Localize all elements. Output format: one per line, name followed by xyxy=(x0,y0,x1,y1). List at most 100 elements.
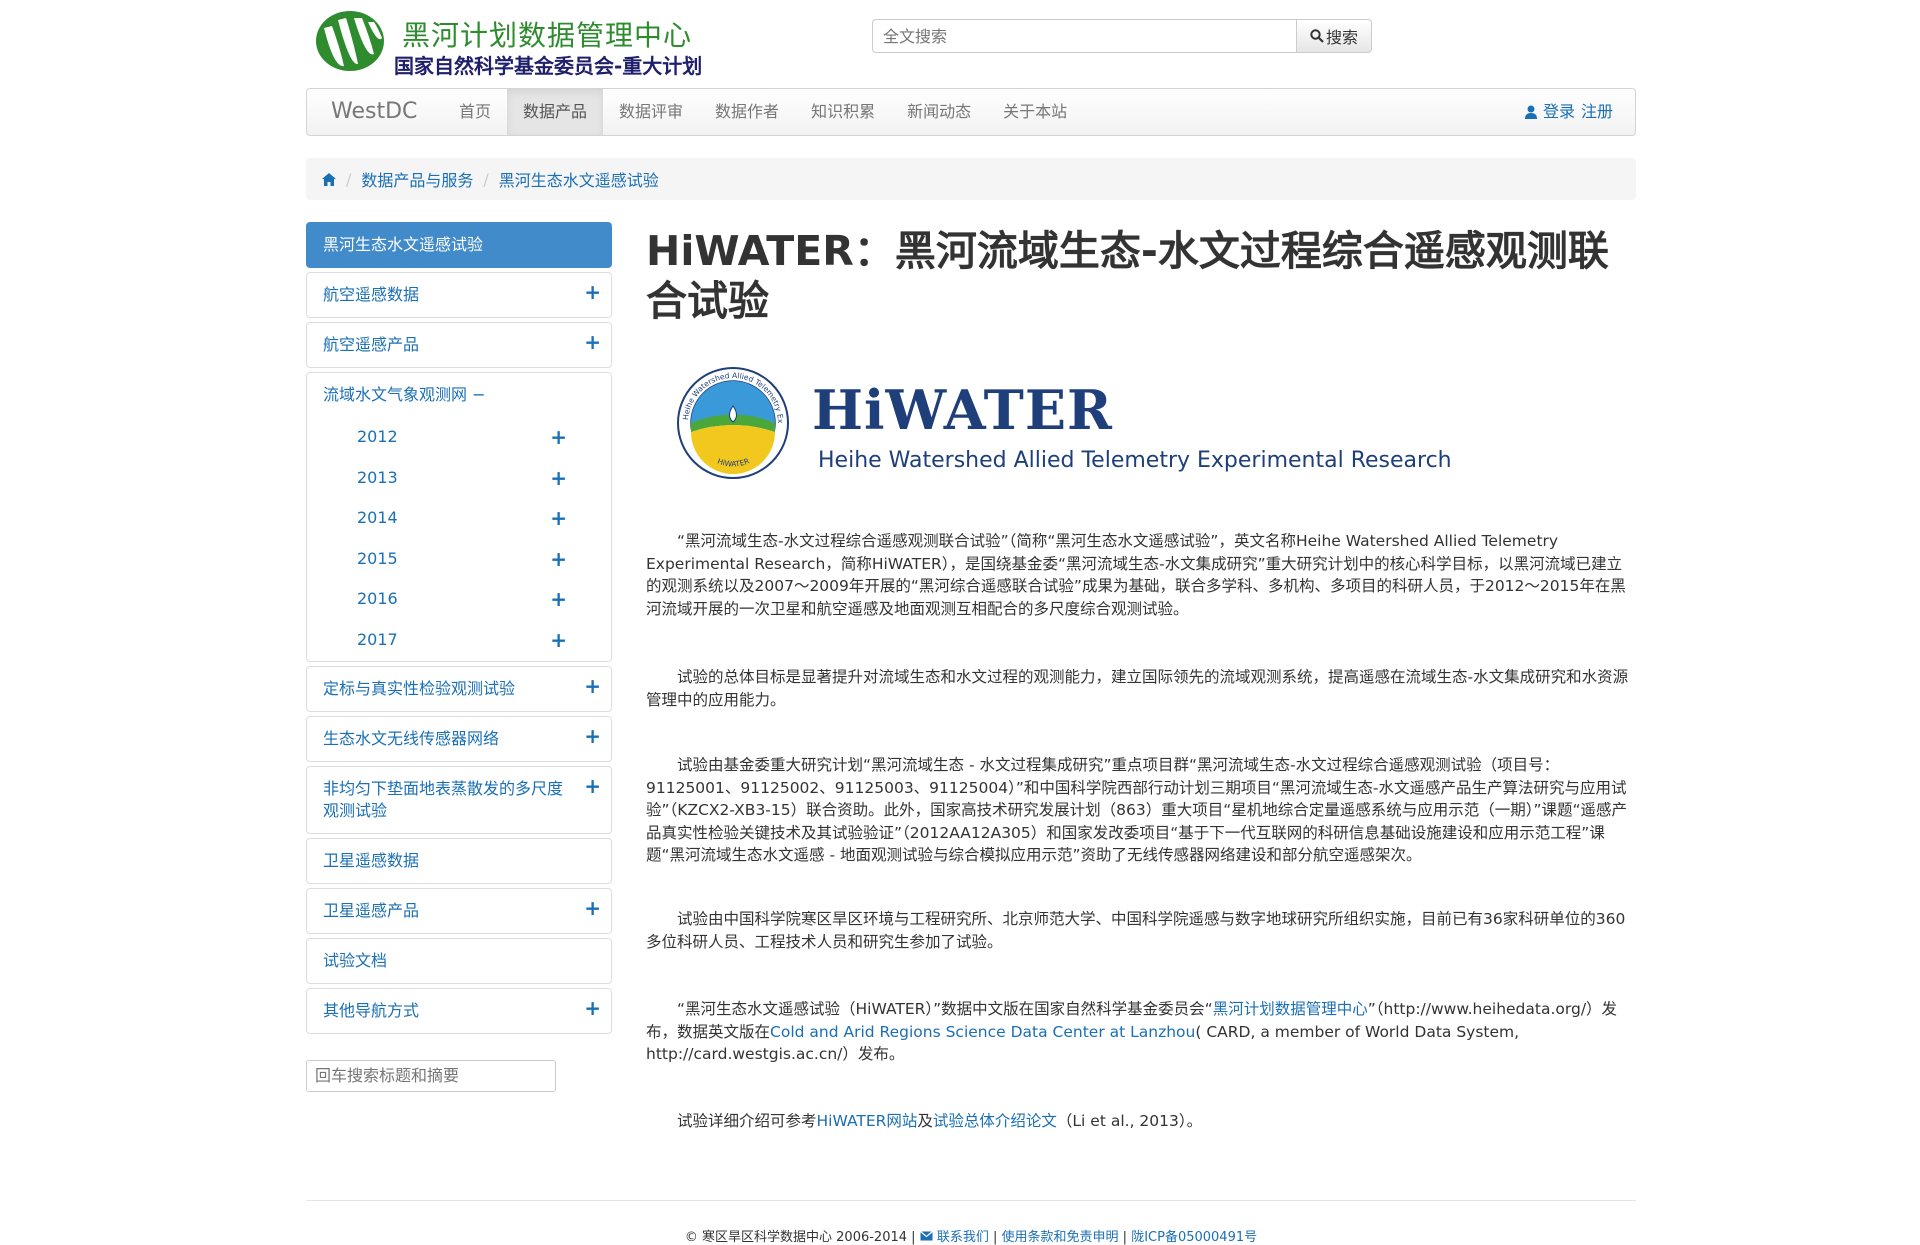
site-logo[interactable]: 黑河计划数据管理中心 国家自然科学基金委员会-重大计划 xyxy=(306,6,726,78)
expand-plus-icon[interactable]: + xyxy=(584,897,601,919)
sidebar-item-airborne-data[interactable]: 航空遥感数据 + xyxy=(306,272,612,318)
hiwater-logo-title: HiWATER xyxy=(812,378,1113,442)
nav-item-data-products[interactable]: 数据产品 xyxy=(507,89,604,135)
footer-copyright: © 寒区旱区科学数据中心 2006-2014 | xyxy=(684,1230,916,1245)
sidebar-item-label: 卫星遥感数据 xyxy=(323,850,420,870)
collapse-minus-icon[interactable]: − xyxy=(472,385,485,404)
hiwater-website-link[interactable]: HiWATER网站 xyxy=(817,1112,918,1130)
auth-links: 登录 注册 xyxy=(1524,89,1613,135)
expand-plus-icon[interactable]: + xyxy=(584,775,601,797)
nav-item-knowledge[interactable]: 知识积累 xyxy=(795,89,891,135)
heihe-data-center-link[interactable]: 黑河计划数据管理中心 xyxy=(1213,1000,1368,1018)
nav-item-news[interactable]: 新闻动态 xyxy=(891,89,987,135)
logo-mark-icon xyxy=(316,11,384,71)
sidebar-item-documents[interactable]: 试验文档 xyxy=(306,937,612,984)
nav-item-home[interactable]: 首页 xyxy=(443,89,507,135)
nav-menu: 首页 数据产品 数据评审 数据作者 知识积累 新闻动态 关于本站 xyxy=(443,89,1083,135)
reference-paragraph: 试验详细介绍可参考HiWATER网站及试验总体介绍论文（Li et al., 2… xyxy=(646,1110,1636,1133)
footer-separator: | xyxy=(992,1230,998,1245)
intro-paragraph: “黑河流域生态-水文过程综合遥感观测联合试验”（简称“黑河生态水文遥感试验”，英… xyxy=(646,532,1626,618)
sidebar-item-other-nav[interactable]: 其他导航方式 + xyxy=(306,987,612,1034)
sidebar-item-satellite-data[interactable]: 卫星遥感数据 xyxy=(306,837,612,884)
user-icon xyxy=(1524,105,1537,119)
expand-plus-icon[interactable]: + xyxy=(550,579,567,619)
page-title: HiWATER：黑河流域生态-水文过程综合遥感观测联合试验 xyxy=(646,227,1609,325)
sidebar-item-calibration[interactable]: 定标与真实性检验观测试验 + xyxy=(306,665,612,712)
sidebar-item-label: 其他导航方式 xyxy=(323,1000,420,1020)
card-link[interactable]: Cold and Arid Regions Science Data Cente… xyxy=(770,1023,1195,1041)
expand-plus-icon[interactable]: + xyxy=(584,725,601,747)
sidebar-subitem-2016[interactable]: 2016 + xyxy=(307,579,611,620)
expand-plus-icon[interactable]: + xyxy=(550,458,567,498)
navbar-brand[interactable]: WestDC xyxy=(331,89,417,135)
subitem-label: 2017 xyxy=(357,629,398,649)
footer-separator: | xyxy=(1122,1230,1128,1245)
sidebar-subitem-2015[interactable]: 2015 + xyxy=(307,539,611,580)
subitem-label: 2014 xyxy=(357,508,398,528)
breadcrumb: / 数据产品与服务 / 黑河生态水文遥感试验 xyxy=(306,158,1636,200)
text-span: （Li et al., 2013）。 xyxy=(1056,1112,1203,1130)
breadcrumb-separator: / xyxy=(346,169,352,189)
text-span: 试验详细介绍可参考 xyxy=(677,1112,817,1130)
funding-paragraph: 试验由基金委重大研究计划“黑河流域生态 - 水文过程集成研究”重点项目群“黑河流… xyxy=(646,756,1628,864)
subitem-label: 2016 xyxy=(357,589,398,609)
subitem-label: 2012 xyxy=(357,427,398,446)
text-span: 及 xyxy=(917,1112,933,1130)
sidebar-item-label: 卫星遥感产品 xyxy=(323,900,420,920)
terms-link[interactable]: 使用条款和免责申明 xyxy=(1002,1230,1119,1245)
sidebar: 黑河生态水文遥感试验 航空遥感数据 + 航空遥感产品 + 流域水文气象观测网 −… xyxy=(306,222,612,1092)
expand-plus-icon[interactable]: + xyxy=(584,331,601,353)
sidebar-subitem-2013[interactable]: 2013 + xyxy=(307,458,611,499)
register-link[interactable]: 注册 xyxy=(1581,89,1613,135)
sidebar-subitem-2017[interactable]: 2017 + xyxy=(307,620,611,661)
sidebar-item-label: 非均匀下垫面地表蒸散发的多尺度观测试验 xyxy=(323,778,564,820)
search-button-label: 搜索 xyxy=(1325,28,1358,47)
search-icon xyxy=(1310,29,1324,43)
breadcrumb-hiwater[interactable]: 黑河生态水文遥感试验 xyxy=(499,167,659,191)
hiwater-emblem-icon: Heihe Watershed Allied Telemetry Experim… xyxy=(676,366,789,479)
nav-item-data-review[interactable]: 数据评审 xyxy=(603,89,699,135)
sidebar-item-label: 航空遥感数据 xyxy=(323,285,420,304)
expand-plus-icon[interactable]: + xyxy=(550,539,567,579)
expand-plus-icon[interactable]: + xyxy=(584,281,601,303)
sidebar-group-header[interactable]: 流域水文气象观测网 − xyxy=(307,373,611,417)
envelope-icon xyxy=(919,1231,933,1241)
main-content: HiWATER：黑河流域生态-水文过程综合遥感观测联合试验 Heihe Wate… xyxy=(646,226,1636,1130)
breadcrumb-separator: / xyxy=(483,169,489,189)
expand-plus-icon[interactable]: + xyxy=(550,417,567,457)
sidebar-item-label: 生态水文无线传感器网络 xyxy=(323,728,500,748)
organization-paragraph: 试验由中国科学院寒区旱区环境与工程研究所、北京师范大学、中国科学院遥感与数字地球… xyxy=(646,910,1626,951)
icp-link[interactable]: 陇ICP备05000491号 xyxy=(1131,1230,1257,1245)
text-span: “黑河生态水文遥感试验（HiWATER）”数据中文版在国家自然科学基金委员会“ xyxy=(677,1000,1213,1018)
sidebar-item-label: 航空遥感产品 xyxy=(323,335,420,354)
sidebar-item-hiwater[interactable]: 黑河生态水文遥感试验 xyxy=(306,222,612,268)
expand-plus-icon[interactable]: + xyxy=(584,997,601,1019)
footer-divider xyxy=(306,1200,1636,1201)
sidebar-search-input[interactable] xyxy=(306,1059,556,1092)
home-icon[interactable] xyxy=(322,172,336,186)
nav-item-about[interactable]: 关于本站 xyxy=(987,89,1083,135)
site-header: 黑河计划数据管理中心 国家自然科学基金委员会-重大计划 搜索 xyxy=(306,0,1636,86)
hiwater-logo-subtitle: Heihe Watershed Allied Telemetry Experim… xyxy=(818,448,1452,473)
subitem-label: 2015 xyxy=(357,548,398,568)
nav-item-data-authors[interactable]: 数据作者 xyxy=(699,89,795,135)
sidebar-subitem-2014[interactable]: 2014 + xyxy=(307,498,611,539)
overview-paper-link[interactable]: 试验总体介绍论文 xyxy=(933,1112,1057,1130)
sidebar-item-label: 试验文档 xyxy=(323,950,388,970)
sidebar-item-wsn[interactable]: 生态水文无线传感器网络 + xyxy=(306,715,612,762)
expand-plus-icon[interactable]: + xyxy=(550,620,567,660)
sidebar-item-label: 定标与真实性检验观测试验 xyxy=(323,678,516,698)
sidebar-item-airborne-products[interactable]: 航空遥感产品 + xyxy=(306,322,612,368)
search-button[interactable]: 搜索 xyxy=(1296,19,1372,53)
login-link[interactable]: 登录 xyxy=(1543,89,1575,135)
search-input[interactable] xyxy=(872,19,1296,53)
expand-plus-icon[interactable]: + xyxy=(550,498,567,538)
sidebar-item-evapotranspiration[interactable]: 非均匀下垫面地表蒸散发的多尺度观测试验 + xyxy=(306,765,612,834)
main-navbar: WestDC 首页 数据产品 数据评审 数据作者 知识积累 新闻动态 关于本站 … xyxy=(306,88,1636,136)
sidebar-subitem-2012[interactable]: 2012 + xyxy=(307,417,611,458)
breadcrumb-data-products[interactable]: 数据产品与服务 xyxy=(361,167,473,191)
contact-link[interactable]: 联系我们 xyxy=(937,1230,989,1245)
sidebar-item-satellite-products[interactable]: 卫星遥感产品 + xyxy=(306,887,612,934)
site-footer: © 寒区旱区科学数据中心 2006-2014 | 联系我们 | 使用条款和免责申… xyxy=(306,1226,1636,1245)
expand-plus-icon[interactable]: + xyxy=(584,675,601,697)
